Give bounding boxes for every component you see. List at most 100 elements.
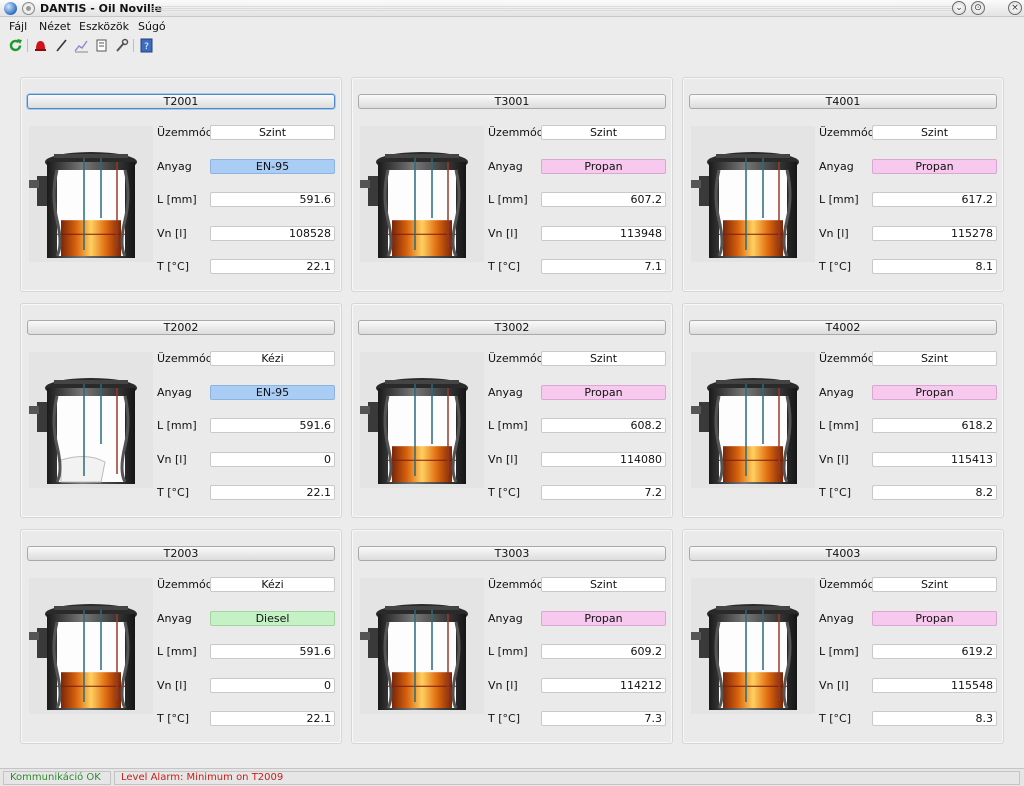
- maximize-icon[interactable]: ⊙: [971, 1, 985, 15]
- tank-panel: T4001 Üzemmód Szint Anyag Propan L [mm] 617.2…: [682, 77, 1004, 292]
- menu-file[interactable]: Fájl: [9, 20, 27, 33]
- level-label: L [mm]: [819, 645, 859, 658]
- volume-label: Vn [l]: [157, 452, 187, 466]
- volume-field[interactable]: 115413: [872, 451, 997, 467]
- window-titlebar: DANTIS - Oil Noville ⌄ ⊙ ×: [0, 0, 1024, 17]
- alarm-status: Level Alarm: Minimum on T2009: [114, 771, 1020, 785]
- app-globe-icon[interactable]: [4, 2, 17, 15]
- material-field[interactable]: Propan: [872, 158, 997, 174]
- level-label: L [mm]: [819, 419, 859, 432]
- tank-panel: T2003 Üzemmód Kézi Anyag Diesel L [mm] 591.6 V…: [20, 529, 342, 744]
- statusbar: Kommunikáció OK Level Alarm: Minimum on …: [0, 768, 1024, 786]
- mode-field[interactable]: Szint: [541, 577, 666, 592]
- temp-label: T [°C]: [488, 712, 520, 725]
- level-field[interactable]: 619.2: [872, 644, 997, 659]
- tank-button[interactable]: T3001: [358, 94, 666, 109]
- mode-label: Üzemmód: [819, 578, 875, 591]
- material-field[interactable]: EN-95: [210, 158, 335, 174]
- mode-label: Üzemmód: [157, 352, 213, 365]
- volume-field[interactable]: 115278: [872, 225, 997, 241]
- tank-button[interactable]: T2001: [27, 94, 335, 109]
- minimize-icon[interactable]: ⌄: [952, 1, 966, 15]
- mode-label: Üzemmód: [488, 578, 544, 591]
- menu-tools[interactable]: Eszközök: [79, 20, 129, 33]
- level-field[interactable]: 608.2: [541, 418, 666, 433]
- temperature-field[interactable]: 8.2: [872, 485, 997, 500]
- volume-label: Vn [l]: [488, 226, 518, 240]
- tank-button[interactable]: T2002: [27, 320, 335, 335]
- mode-field[interactable]: Kézi: [210, 577, 335, 592]
- mode-field[interactable]: Kézi: [210, 351, 335, 366]
- mode-field[interactable]: Szint: [872, 125, 997, 140]
- volume-label: Vn [l]: [157, 678, 187, 692]
- mode-label: Üzemmód: [819, 126, 875, 139]
- titlebar-stripes: [150, 6, 964, 11]
- alarm-bell-icon[interactable]: [33, 38, 48, 53]
- material-field[interactable]: EN-95: [210, 384, 335, 400]
- menu-help[interactable]: Súgó: [138, 20, 166, 33]
- material-label: Anyag: [157, 611, 192, 625]
- temp-label: T [°C]: [819, 712, 851, 725]
- pen-icon[interactable]: [54, 38, 69, 53]
- material-label: Anyag: [157, 159, 192, 173]
- volume-field[interactable]: 0: [210, 451, 335, 467]
- level-field[interactable]: 591.6: [210, 418, 335, 433]
- temperature-field[interactable]: 22.1: [210, 485, 335, 500]
- tank-button[interactable]: T4002: [689, 320, 997, 335]
- report-icon[interactable]: [94, 38, 109, 53]
- level-field[interactable]: 591.6: [210, 192, 335, 207]
- mode-label: Üzemmód: [157, 126, 213, 139]
- close-icon[interactable]: ×: [1008, 1, 1022, 15]
- chart-icon[interactable]: [74, 38, 89, 53]
- temperature-field[interactable]: 7.3: [541, 711, 666, 726]
- mode-field[interactable]: Szint: [210, 125, 335, 140]
- temperature-field[interactable]: 8.1: [872, 259, 997, 274]
- wrench-icon[interactable]: [114, 38, 129, 53]
- material-field[interactable]: Propan: [541, 158, 666, 174]
- temperature-field[interactable]: 8.3: [872, 711, 997, 726]
- tank-button[interactable]: T4003: [689, 546, 997, 561]
- volume-field[interactable]: 108528: [210, 225, 335, 241]
- toolbar-separator: [133, 39, 134, 52]
- tank-button[interactable]: T3003: [358, 546, 666, 561]
- level-field[interactable]: 609.2: [541, 644, 666, 659]
- refresh-icon[interactable]: [8, 38, 23, 53]
- temp-label: T [°C]: [157, 712, 189, 725]
- menu-view[interactable]: Nézet: [39, 20, 71, 33]
- temperature-field[interactable]: 22.1: [210, 259, 335, 274]
- mode-field[interactable]: Szint: [872, 351, 997, 366]
- tank-button[interactable]: T4001: [689, 94, 997, 109]
- volume-field[interactable]: 0: [210, 677, 335, 693]
- tank-button[interactable]: T3002: [358, 320, 666, 335]
- tank-button[interactable]: T2003: [27, 546, 335, 561]
- material-field[interactable]: Propan: [541, 384, 666, 400]
- temperature-field[interactable]: 7.2: [541, 485, 666, 500]
- material-field[interactable]: Propan: [872, 384, 997, 400]
- volume-field[interactable]: 113948: [541, 225, 666, 241]
- material-field[interactable]: Diesel: [210, 610, 335, 626]
- mode-field[interactable]: Szint: [541, 351, 666, 366]
- material-field[interactable]: Propan: [872, 610, 997, 626]
- volume-label: Vn [l]: [488, 452, 518, 466]
- volume-label: Vn [l]: [819, 226, 849, 240]
- level-field[interactable]: 591.6: [210, 644, 335, 659]
- material-field[interactable]: Propan: [541, 610, 666, 626]
- material-label: Anyag: [488, 385, 523, 399]
- help-icon[interactable]: ?: [139, 38, 154, 53]
- temperature-field[interactable]: 22.1: [210, 711, 335, 726]
- mode-field[interactable]: Szint: [541, 125, 666, 140]
- window-menu-icon[interactable]: [22, 2, 35, 15]
- volume-field[interactable]: 114080: [541, 451, 666, 467]
- temperature-field[interactable]: 7.1: [541, 259, 666, 274]
- level-field[interactable]: 607.2: [541, 192, 666, 207]
- level-label: L [mm]: [488, 193, 528, 206]
- level-field[interactable]: 618.2: [872, 418, 997, 433]
- volume-field[interactable]: 115548: [872, 677, 997, 693]
- tank-image: [29, 352, 153, 488]
- level-field[interactable]: 617.2: [872, 192, 997, 207]
- tank-image: [691, 126, 815, 262]
- material-label: Anyag: [819, 159, 854, 173]
- volume-field[interactable]: 114212: [541, 677, 666, 693]
- mode-field[interactable]: Szint: [872, 577, 997, 592]
- level-label: L [mm]: [157, 645, 197, 658]
